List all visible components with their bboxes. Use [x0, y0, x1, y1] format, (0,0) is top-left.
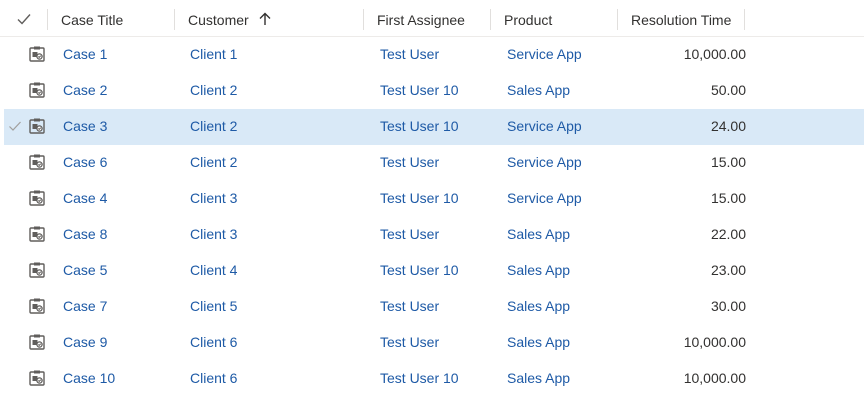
- column-header-label: Case Title: [61, 12, 124, 28]
- customer-link[interactable]: Client 3: [190, 181, 237, 217]
- first-assignee-link[interactable]: Test User: [380, 289, 439, 325]
- column-separator[interactable]: [174, 9, 175, 30]
- product-link[interactable]: Sales App: [507, 217, 570, 253]
- first-assignee-link[interactable]: Test User: [380, 145, 439, 181]
- table-row[interactable]: Case 10 Client 6 Test User 10 Sales App 10,0…: [4, 361, 864, 397]
- table-row[interactable]: Case 1 Client 1 Test User Service App 10,000…: [4, 37, 864, 73]
- customer-link[interactable]: Client 3: [190, 217, 237, 253]
- product-link[interactable]: Sales App: [507, 73, 570, 109]
- resolution-time-value: 10,000.00: [683, 334, 746, 350]
- case-record-icon: [29, 226, 45, 242]
- product-link[interactable]: Service App: [507, 109, 582, 145]
- resolution-time-value: 15.00: [710, 190, 746, 206]
- column-header-first-assignee[interactable]: First Assignee: [377, 0, 465, 37]
- resolution-time-value: 22.00: [710, 226, 746, 242]
- table-row[interactable]: Case 7 Client 5 Test User Sales App 30.00: [4, 289, 864, 325]
- table-row[interactable]: Case 9 Client 6 Test User Sales App 10,000.0…: [4, 325, 864, 361]
- customer-link[interactable]: Client 5: [190, 289, 237, 325]
- column-header-label: Product: [504, 12, 553, 28]
- product-link[interactable]: Service App: [507, 37, 582, 73]
- case-title-link[interactable]: Case 1: [63, 37, 107, 73]
- first-assignee-link[interactable]: Test User 10: [380, 109, 459, 145]
- resolution-time-value: 23.00: [710, 262, 746, 278]
- product-link[interactable]: Sales App: [507, 361, 570, 397]
- customer-link[interactable]: Client 4: [190, 253, 237, 289]
- case-record-icon: [29, 298, 45, 314]
- column-separator[interactable]: [744, 9, 745, 30]
- case-record-icon: [29, 82, 45, 98]
- case-record-icon: [29, 46, 45, 62]
- product-link[interactable]: Service App: [507, 145, 582, 181]
- column-header-resolution-time[interactable]: Resolution Time: [631, 0, 731, 37]
- customer-link[interactable]: Client 6: [190, 361, 237, 397]
- column-header-label: Resolution Time: [631, 12, 732, 28]
- column-separator[interactable]: [363, 9, 364, 30]
- select-all-checkmark-icon[interactable]: [16, 12, 32, 26]
- case-title-link[interactable]: Case 10: [63, 361, 115, 397]
- arrow-up-icon: [259, 12, 271, 26]
- case-title-link[interactable]: Case 6: [63, 145, 107, 181]
- first-assignee-link[interactable]: Test User: [380, 325, 439, 361]
- customer-link[interactable]: Client 1: [190, 37, 237, 73]
- grid-header: Case Title Customer First Assignee Produ…: [0, 0, 864, 37]
- case-title-link[interactable]: Case 2: [63, 73, 107, 109]
- customer-link[interactable]: Client 6: [190, 325, 237, 361]
- table-row[interactable]: Case 8 Client 3 Test User Sales App 22.00: [4, 217, 864, 253]
- case-title-link[interactable]: Case 3: [63, 109, 107, 145]
- column-separator[interactable]: [490, 9, 491, 30]
- case-record-icon: [29, 190, 45, 206]
- first-assignee-link[interactable]: Test User: [380, 217, 439, 253]
- column-header-product[interactable]: Product: [504, 0, 552, 37]
- resolution-time-value: 15.00: [710, 154, 746, 170]
- resolution-time-value: 30.00: [710, 298, 746, 314]
- product-link[interactable]: Sales App: [507, 325, 570, 361]
- product-link[interactable]: Sales App: [507, 289, 570, 325]
- table-row[interactable]: Case 5 Client 4 Test User 10 Sales App 23.00: [4, 253, 864, 289]
- customer-link[interactable]: Client 2: [190, 109, 237, 145]
- resolution-time-value: 10,000.00: [683, 370, 746, 386]
- table-row[interactable]: Case 6 Client 2 Test User Service App 15.00: [4, 145, 864, 181]
- column-header-label: First Assignee: [377, 12, 465, 28]
- table-row[interactable]: Case 4 Client 3 Test User 10 Service App 15.…: [4, 181, 864, 217]
- case-title-link[interactable]: Case 8: [63, 217, 107, 253]
- first-assignee-link[interactable]: Test User 10: [380, 73, 459, 109]
- case-record-icon: [29, 370, 45, 386]
- column-separator[interactable]: [47, 9, 48, 30]
- customer-link[interactable]: Client 2: [190, 73, 237, 109]
- case-record-icon: [29, 118, 45, 134]
- resolution-time-value: 24.00: [710, 118, 746, 134]
- first-assignee-link[interactable]: Test User: [380, 37, 439, 73]
- first-assignee-link[interactable]: Test User 10: [380, 181, 459, 217]
- case-record-icon: [29, 154, 45, 170]
- product-link[interactable]: Service App: [507, 181, 582, 217]
- column-header-case-title[interactable]: Case Title: [61, 0, 123, 37]
- column-separator[interactable]: [617, 9, 618, 30]
- first-assignee-link[interactable]: Test User 10: [380, 253, 459, 289]
- case-record-icon: [29, 262, 45, 278]
- customer-link[interactable]: Client 2: [190, 145, 237, 181]
- case-title-link[interactable]: Case 5: [63, 253, 107, 289]
- case-record-icon: [29, 334, 45, 350]
- table-row[interactable]: Case 3 Client 2 Test User 10 Service App 24.…: [4, 109, 864, 145]
- row-selected-checkmark-icon[interactable]: [8, 120, 22, 132]
- table-row[interactable]: Case 2 Client 2 Test User 10 Sales App 50.00: [4, 73, 864, 109]
- resolution-time-value: 50.00: [710, 82, 746, 98]
- resolution-time-value: 10,000.00: [683, 46, 746, 62]
- product-link[interactable]: Sales App: [507, 253, 570, 289]
- column-header-label: Customer: [188, 12, 249, 28]
- case-title-link[interactable]: Case 9: [63, 325, 107, 361]
- case-title-link[interactable]: Case 4: [63, 181, 107, 217]
- column-header-customer[interactable]: Customer: [188, 0, 271, 37]
- case-grid: Case Title Customer First Assignee Produ…: [0, 0, 864, 401]
- case-title-link[interactable]: Case 7: [63, 289, 107, 325]
- first-assignee-link[interactable]: Test User 10: [380, 361, 459, 397]
